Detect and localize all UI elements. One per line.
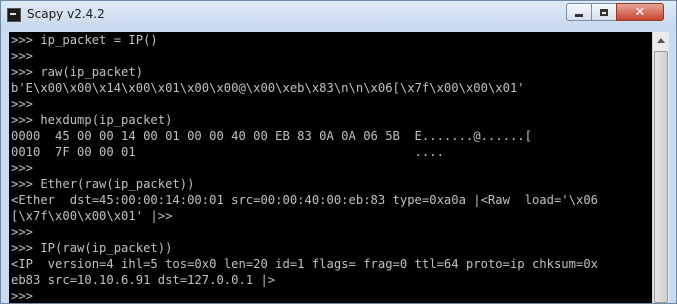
- console-line: [\x7f\x00\x00\x01' |>>: [11, 209, 173, 223]
- scroll-thumb[interactable]: [654, 51, 668, 303]
- title-bar[interactable]: Scapy v2.4.2 ✕: [1, 1, 676, 29]
- console-line: >>>: [11, 97, 34, 111]
- console-line: >>> Ether(raw(ip_packet)): [11, 177, 195, 191]
- terminal-icon: [7, 8, 21, 22]
- scroll-up-button[interactable]: [653, 32, 669, 49]
- chevron-up-icon: [657, 38, 665, 43]
- console-line: eb83 src=10.10.6.91 dst=127.0.0.1 |>: [11, 273, 276, 287]
- console-line: >>> hexdump(ip_packet): [11, 113, 173, 127]
- console-line: >>> ip_packet = IP(): [11, 33, 158, 47]
- minimize-button[interactable]: [566, 3, 592, 21]
- console-line: >>>: [11, 225, 34, 239]
- maximize-button[interactable]: [591, 3, 617, 21]
- console-line: 0010 7F 00 00 01 ....: [11, 145, 444, 159]
- console-line: b'E\x00\x00\x14\x00\x01\x00\x00@\x00\xeb…: [11, 81, 525, 95]
- console-output[interactable]: >>> ip_packet = IP() >>> >>> raw(ip_pack…: [9, 32, 652, 303]
- console-prompt[interactable]: >>>: [11, 288, 33, 303]
- console-line: >>>: [11, 161, 34, 175]
- close-icon: ✕: [634, 4, 646, 20]
- console-line: >>>: [11, 49, 34, 63]
- minimize-icon: [575, 13, 583, 17]
- vertical-scrollbar[interactable]: [652, 32, 669, 303]
- console-line: >>> IP(raw(ip_packet)): [11, 241, 173, 255]
- console-line: <IP version=4 ihl=5 tos=0x0 len=20 id=1 …: [11, 257, 598, 271]
- window-title: Scapy v2.4.2: [27, 7, 105, 21]
- console-line: <Ether dst=45:00:00:14:00:01 src=00:00:4…: [11, 193, 598, 207]
- close-button[interactable]: ✕: [616, 3, 664, 21]
- console-line: 0000 45 00 00 14 00 01 00 00 40 00 EB 83…: [11, 129, 532, 143]
- scapy-window: Scapy v2.4.2 ✕ >>> ip_packet = IP() >>> …: [0, 0, 677, 304]
- console-line: >>> raw(ip_packet): [11, 65, 144, 79]
- maximize-icon: [600, 8, 608, 16]
